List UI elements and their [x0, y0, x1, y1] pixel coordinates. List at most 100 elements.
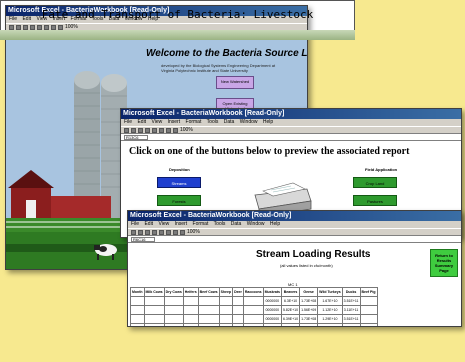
- table-cell[interactable]: [163, 314, 184, 324]
- table-cell[interactable]: 3.51E+11: [341, 314, 361, 324]
- print-icon[interactable]: [152, 229, 157, 235]
- menu-insert[interactable]: Insert: [168, 119, 181, 125]
- chart-icon[interactable]: [58, 24, 63, 30]
- table-cell[interactable]: [218, 296, 234, 306]
- table-cell[interactable]: [359, 296, 378, 306]
- paste-icon[interactable]: [166, 229, 171, 235]
- crop-land-button[interactable]: Crop Land: [353, 177, 397, 188]
- menu-data[interactable]: Data: [224, 119, 235, 125]
- paste-icon[interactable]: [51, 24, 56, 30]
- menu-view[interactable]: View: [158, 221, 169, 227]
- table-cell[interactable]: [232, 305, 244, 315]
- forests-button[interactable]: Forests: [157, 195, 201, 206]
- table-cell[interactable]: 1.67E+10: [317, 296, 343, 306]
- table-cell[interactable]: 1.73E+08: [299, 314, 319, 324]
- table-cell[interactable]: 1.29E+10: [317, 314, 343, 324]
- menu-help[interactable]: Help: [263, 119, 273, 125]
- menu-window[interactable]: Window: [247, 221, 265, 227]
- table-cell[interactable]: 0000000: [262, 323, 282, 326]
- pastures-button[interactable]: Pastures: [353, 195, 397, 206]
- table-cell[interactable]: [197, 296, 220, 306]
- table-cell[interactable]: [197, 323, 220, 326]
- menu-window[interactable]: Window: [240, 119, 258, 125]
- save-icon[interactable]: [138, 127, 143, 133]
- table-cell[interactable]: [182, 305, 199, 315]
- menu-format[interactable]: Format: [193, 221, 209, 227]
- menu-tools[interactable]: Tools: [207, 119, 219, 125]
- table-cell[interactable]: 6.39E+10: [280, 314, 301, 324]
- table-cell[interactable]: [242, 323, 264, 326]
- table-cell[interactable]: 1.73E+08: [299, 296, 319, 306]
- table-cell[interactable]: [359, 305, 378, 315]
- table-cell[interactable]: [359, 323, 378, 326]
- table-cell[interactable]: [359, 314, 378, 324]
- cut-icon[interactable]: [37, 24, 42, 30]
- copy-icon[interactable]: [44, 24, 49, 30]
- menu-insert[interactable]: Insert: [175, 221, 188, 227]
- table-cell[interactable]: [163, 305, 184, 315]
- table-cell[interactable]: [218, 314, 234, 324]
- table-cell[interactable]: [182, 323, 199, 326]
- menu-tools[interactable]: Tools: [214, 221, 226, 227]
- table-cell[interactable]: 1.29E+10: [317, 323, 343, 326]
- menu-edit[interactable]: Edit: [137, 119, 146, 125]
- table-cell[interactable]: 0000000: [262, 296, 282, 306]
- streams-button[interactable]: Streams: [157, 177, 201, 188]
- table-cell[interactable]: [163, 323, 184, 326]
- table-cell[interactable]: [232, 314, 244, 324]
- new-icon[interactable]: [124, 127, 129, 133]
- table-cell[interactable]: 5.82E+10: [280, 305, 301, 315]
- menu-help[interactable]: Help: [270, 221, 280, 227]
- table-cell[interactable]: [242, 314, 264, 324]
- table-cell[interactable]: [143, 323, 165, 326]
- table-cell[interactable]: 3.11E+11: [341, 305, 361, 315]
- open-icon[interactable]: [138, 229, 143, 235]
- copy-icon[interactable]: [152, 127, 157, 133]
- print-icon[interactable]: [30, 24, 35, 30]
- copy-icon[interactable]: [159, 229, 164, 235]
- print-icon[interactable]: [145, 127, 150, 133]
- table-cell[interactable]: [232, 323, 244, 326]
- chart-icon[interactable]: [173, 127, 178, 133]
- table-cell[interactable]: [197, 314, 220, 324]
- table-cell[interactable]: 0000000: [262, 305, 282, 315]
- chart-icon[interactable]: [180, 229, 185, 235]
- table-cell[interactable]: [182, 314, 199, 324]
- zoom-select[interactable]: 100%: [187, 229, 200, 235]
- table-cell[interactable]: [130, 314, 145, 324]
- table-cell[interactable]: 0000000: [262, 314, 282, 324]
- sort-icon[interactable]: [173, 229, 178, 235]
- table-cell[interactable]: [130, 323, 145, 326]
- menu-edit[interactable]: Edit: [144, 221, 153, 227]
- table-cell[interactable]: [197, 305, 220, 315]
- menu-view[interactable]: View: [151, 119, 162, 125]
- table-cell[interactable]: [163, 296, 184, 306]
- new-icon[interactable]: [9, 24, 14, 30]
- return-to-summary-button[interactable]: Return to Results Summary Page: [430, 249, 458, 277]
- new-icon[interactable]: [131, 229, 136, 235]
- paste-icon[interactable]: [159, 127, 164, 133]
- table-cell[interactable]: [182, 296, 199, 306]
- table-cell[interactable]: 1.56E+09: [299, 305, 319, 315]
- table-cell[interactable]: 6.3E+10: [280, 296, 301, 306]
- table-cell[interactable]: 4.25E+10: [280, 323, 301, 326]
- save-icon[interactable]: [23, 24, 28, 30]
- save-icon[interactable]: [145, 229, 150, 235]
- menu-file[interactable]: File: [124, 119, 132, 125]
- table-cell[interactable]: 3.46E+11: [341, 323, 361, 326]
- table-cell[interactable]: 1.12E+10: [317, 305, 343, 315]
- zoom-select[interactable]: 100%: [180, 127, 193, 133]
- table-cell[interactable]: [242, 296, 264, 306]
- table-cell[interactable]: [232, 296, 244, 306]
- table-cell[interactable]: [130, 305, 145, 315]
- table-cell[interactable]: [143, 314, 165, 324]
- table-cell[interactable]: [218, 305, 234, 315]
- table-cell[interactable]: 3.51E+11: [341, 296, 361, 306]
- menu-data[interactable]: Data: [231, 221, 242, 227]
- table-cell[interactable]: [130, 296, 145, 306]
- table-cell[interactable]: [242, 305, 264, 315]
- table-cell[interactable]: [143, 296, 165, 306]
- open-icon[interactable]: [16, 24, 21, 30]
- table-cell[interactable]: [218, 323, 234, 326]
- menu-file[interactable]: File: [131, 221, 139, 227]
